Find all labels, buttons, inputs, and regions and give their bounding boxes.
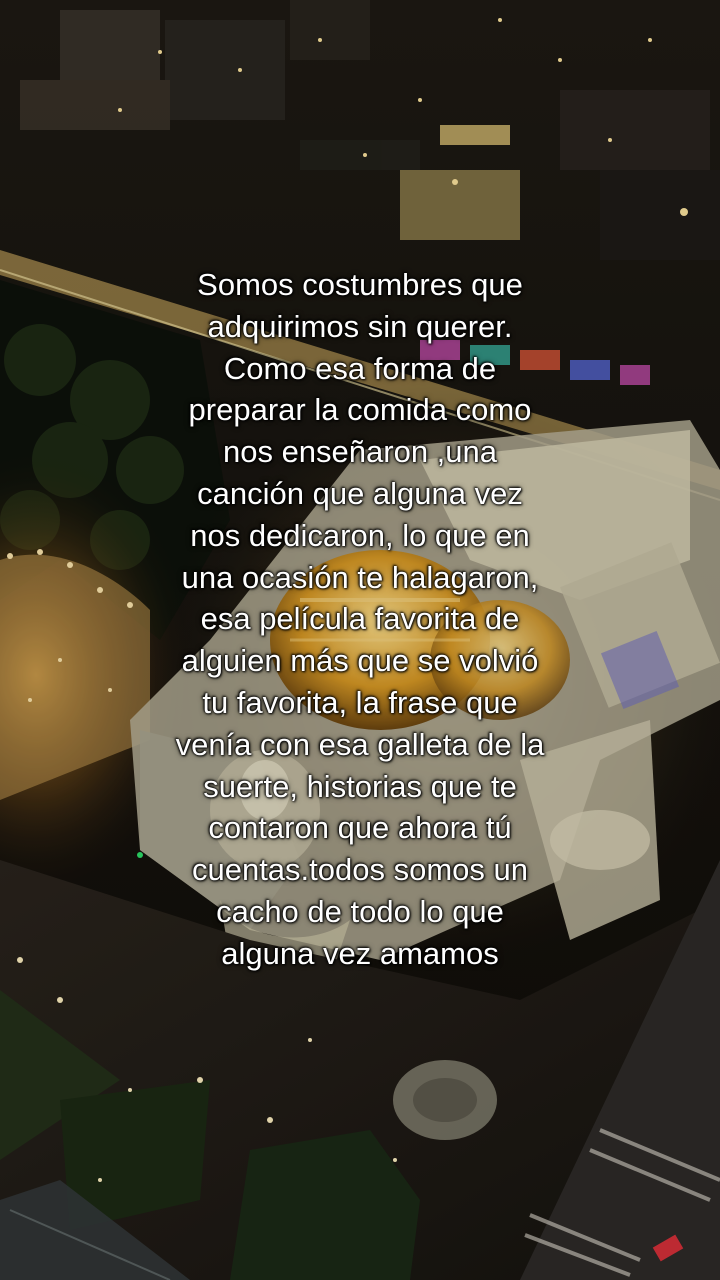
caption-line: una ocasión te halagaron, — [181, 559, 539, 595]
caption-line: preparar la comida como — [188, 392, 532, 428]
caption-line: Como esa forma de — [223, 350, 497, 386]
caption-line: adquirimos sin querer. — [207, 308, 513, 344]
caption-line: esa película favorita de — [200, 601, 520, 637]
caption-line: nos enseñaron ,una — [222, 434, 498, 470]
caption-line: contaron que ahora tú — [208, 810, 512, 846]
caption-line: cacho de todo lo que — [216, 893, 504, 929]
caption-line: cuentas.todos somos un — [191, 852, 529, 888]
caption-line: Somos costumbres que — [197, 267, 523, 302]
caption-line: alguna vez amamos — [221, 935, 499, 971]
caption-line: suerte, historias que te — [203, 768, 517, 804]
caption-line: tu favorita, la frase que — [202, 684, 518, 720]
video-frame: Somos costumbres que adquirimos sin quer… — [0, 0, 720, 1280]
caption-line: alguien más que se volvió — [181, 643, 539, 679]
caption-line: nos dedicaron, lo que en — [190, 517, 530, 553]
caption-line: venía con esa galleta de la — [175, 726, 545, 762]
overlay-caption: Somos costumbres que adquirimos sin quer… — [60, 264, 660, 975]
caption-line: canción que alguna vez — [197, 475, 523, 511]
